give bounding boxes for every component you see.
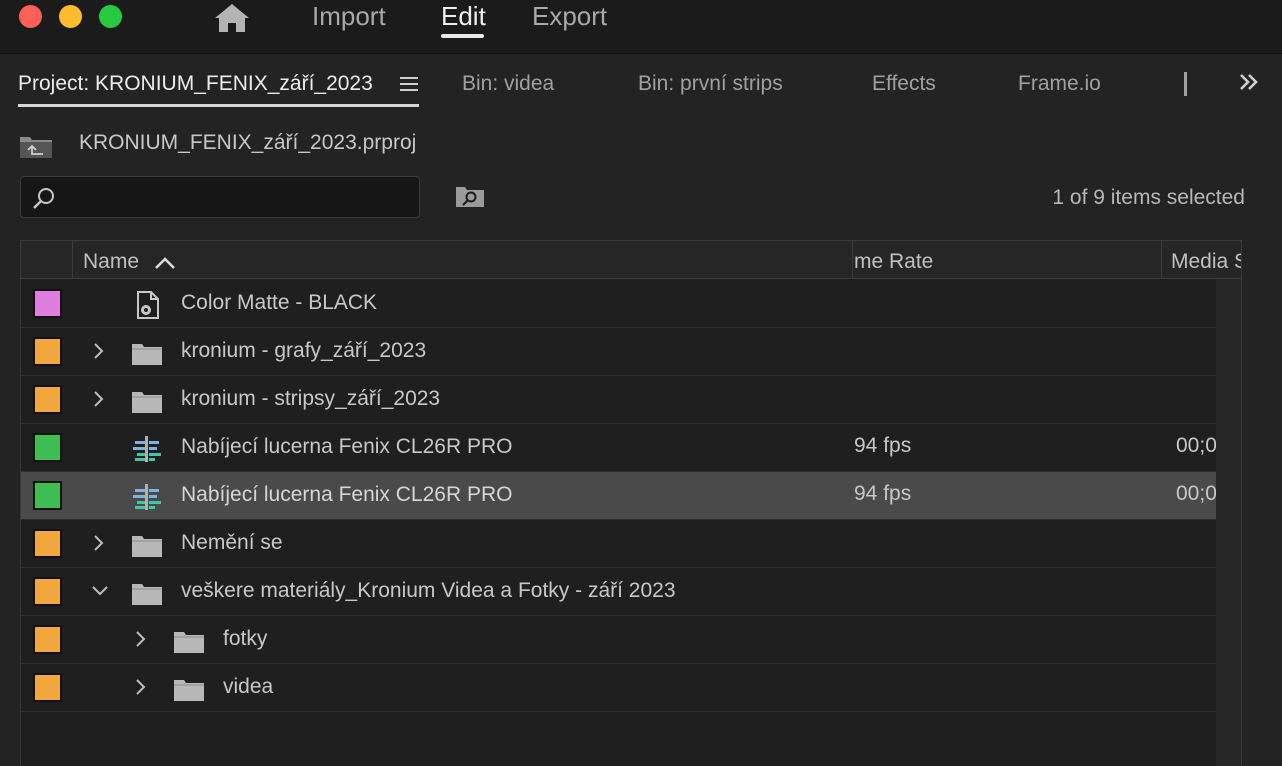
tab-effects[interactable]: Effects	[872, 72, 936, 96]
mode-edit-tab[interactable]: Edit	[441, 1, 486, 32]
chevron-right-icon[interactable]	[91, 533, 105, 553]
label-color-swatch[interactable]	[33, 481, 62, 510]
item-name: Color Matte - BLACK	[181, 291, 378, 314]
tab-project[interactable]: Project: KRONIUM_FENIX_září_2023	[18, 72, 373, 96]
list-item[interactable]: Nemění se	[21, 520, 1216, 568]
folder-icon	[132, 536, 162, 557]
list-item[interactable]: kronium - grafy_září_2023	[21, 328, 1216, 376]
mode-import-tab[interactable]: Import	[312, 1, 386, 32]
window-maximize-button[interactable]	[99, 5, 122, 28]
tab-bin-videa[interactable]: Bin: videa	[462, 72, 554, 96]
list-item[interactable]: veškere materiály_Kronium Videa a Fotky …	[21, 568, 1216, 616]
list-item[interactable]: Nabíjecí lucerna Fenix CL26R PRO 94 fps 00…	[21, 424, 1217, 472]
column-name-header[interactable]: Name	[83, 250, 139, 274]
mode-export-tab[interactable]: Export	[532, 1, 607, 32]
tab-bin-prvni-strips[interactable]: Bin: první strips	[638, 72, 783, 96]
window-close-button[interactable]	[19, 5, 42, 28]
chevron-right-icon[interactable]	[91, 389, 105, 409]
search-input[interactable]	[20, 176, 420, 218]
sequence-icon	[133, 436, 161, 462]
item-name: Nabíjecí lucerna Fenix CL26R PRO	[181, 435, 513, 458]
list-header: Name me Rate Media S	[21, 241, 1241, 279]
item-name: veškere materiály_Kronium Videa a Fotky …	[181, 579, 676, 602]
list-item[interactable]: fotky	[21, 616, 1216, 664]
active-mode-indicator	[441, 34, 484, 38]
label-color-swatch[interactable]	[33, 625, 62, 654]
window-minimize-button[interactable]	[59, 5, 82, 28]
chevron-right-icon[interactable]	[91, 341, 105, 361]
list-item[interactable]: Nabíjecí lucerna Fenix CL26R PRO 94 fps 00…	[21, 472, 1217, 520]
tab-truncated[interactable]	[1184, 72, 1187, 96]
label-color-swatch[interactable]	[33, 433, 62, 462]
item-name: kronium - grafy_září_2023	[181, 339, 427, 362]
folder-icon	[132, 584, 162, 605]
item-name: videa	[223, 675, 274, 698]
label-color-swatch[interactable]	[33, 385, 62, 414]
label-color-swatch[interactable]	[33, 577, 62, 606]
item-name: fotky	[223, 627, 268, 650]
project-items-list: Name me Rate Media S Color Matte - BLACK…	[20, 240, 1242, 766]
item-name: Nabíjecí lucerna Fenix CL26R PRO	[181, 483, 513, 506]
item-name: kronium - stripsy_září_2023	[181, 387, 441, 410]
label-color-swatch[interactable]	[33, 529, 62, 558]
sequence-icon	[133, 484, 161, 510]
selection-status: 1 of 9 items selected	[1052, 186, 1245, 209]
item-name: Nemění se	[181, 531, 283, 554]
project-file-name: KRONIUM_FENIX_září_2023.prproj	[79, 131, 417, 154]
app-header: Import Edit Export	[0, 0, 1282, 54]
up-folder-icon[interactable]	[19, 133, 53, 159]
folder-icon	[132, 344, 162, 365]
tab-frame-io[interactable]: Frame.io	[1018, 72, 1101, 96]
list-item[interactable]: kronium - stripsy_září_2023	[21, 376, 1216, 424]
chevron-right-icon[interactable]	[133, 677, 147, 697]
folder-icon	[174, 680, 204, 701]
label-color-swatch[interactable]	[33, 337, 62, 366]
media-start-cell: 00;0	[1176, 434, 1217, 457]
home-icon[interactable]	[212, 1, 252, 35]
frame-rate-cell: 94 fps	[854, 434, 912, 457]
color-matte-icon	[137, 291, 159, 319]
hamburger-menu-icon[interactable]	[400, 77, 418, 93]
vertical-scrollbar[interactable]	[1216, 279, 1241, 766]
list-item[interactable]: Color Matte - BLACK	[21, 280, 1216, 328]
label-color-swatch[interactable]	[33, 289, 62, 318]
search-icon	[33, 188, 54, 209]
chevron-right-icon[interactable]	[133, 629, 147, 649]
column-media-header[interactable]: Media S	[1171, 250, 1241, 274]
label-color-swatch[interactable]	[33, 673, 62, 702]
frame-rate-cell: 94 fps	[854, 482, 912, 505]
folder-icon	[132, 392, 162, 413]
chevron-down-icon[interactable]	[91, 581, 109, 601]
active-tab-indicator	[18, 104, 419, 107]
double-chevron-right-icon[interactable]	[1238, 71, 1260, 93]
folder-icon	[174, 632, 204, 653]
panel-tab-bar: Project: KRONIUM_FENIX_září_2023 Bin: vi…	[0, 55, 1282, 111]
sort-ascending-icon[interactable]	[153, 255, 177, 271]
column-frame-rate-header[interactable]: me Rate	[854, 250, 933, 274]
list-item[interactable]: videa	[21, 664, 1216, 712]
media-start-cell: 00;0	[1176, 482, 1217, 505]
new-search-bin-icon[interactable]	[454, 183, 486, 209]
project-panel: KRONIUM_FENIX_září_2023.prproj 1 of 9 it…	[0, 111, 1282, 766]
